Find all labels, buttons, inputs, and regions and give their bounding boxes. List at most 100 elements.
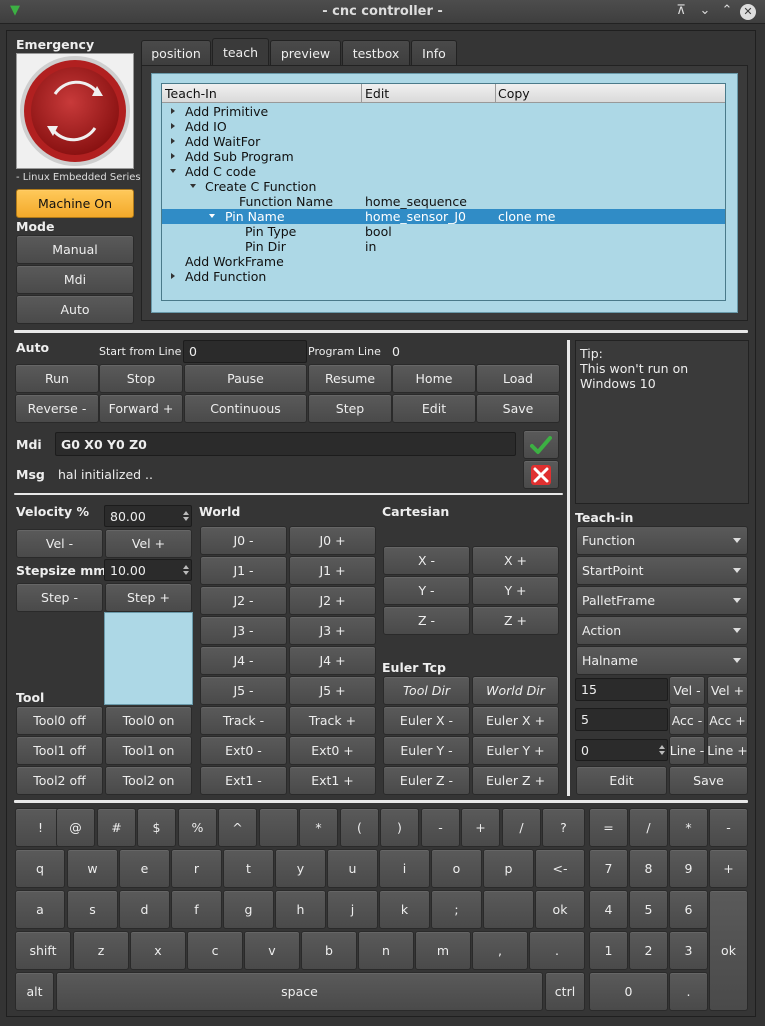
key[interactable]: . [669,972,708,1011]
key[interactable]: v [244,931,300,970]
reverse-button[interactable]: Reverse - [15,394,99,423]
key[interactable]: 7 [589,849,628,888]
function-combo[interactable]: Function [576,526,748,555]
key[interactable]: + [461,808,500,847]
teach-vel-minus-button[interactable]: Vel - [669,676,705,705]
mode-manual-button[interactable]: Manual [16,235,134,264]
backspace-key[interactable]: <- [535,849,585,888]
teach-acc-input[interactable]: 5 [575,708,668,731]
continuous-button[interactable]: Continuous [184,394,307,423]
teach-edit-button[interactable]: Edit [576,766,667,795]
key[interactable]: 5 [629,890,668,929]
y-plus-button[interactable]: Y + [472,576,559,605]
key[interactable]: f [171,890,222,929]
key[interactable]: d [119,890,170,929]
tab-info[interactable]: Info [411,40,457,65]
maximize-icon[interactable]: ⌃ [718,3,736,18]
key[interactable]: h [275,890,326,929]
teach-vel-plus-button[interactable]: Vel + [707,676,748,705]
key[interactable]: w [67,849,118,888]
minimize-icon[interactable]: ⌄ [696,3,714,18]
tab-teach[interactable]: teach [212,38,269,66]
key[interactable]: ^ [218,808,257,847]
teach-line-spinbox[interactable]: 0 [575,739,668,761]
key[interactable]: @ [56,808,95,847]
forward-button[interactable]: Forward + [99,394,183,423]
key[interactable]: s [67,890,118,929]
stop-button[interactable]: Stop [99,364,183,393]
tool2-on-button[interactable]: Tool2 on [105,766,192,795]
tool1-on-button[interactable]: Tool1 on [105,736,192,765]
shift-key[interactable]: shift [15,931,71,970]
key[interactable]: ( [340,808,379,847]
mode-mdi-button[interactable]: Mdi [16,265,134,294]
palletframe-combo[interactable]: PalletFrame [576,586,748,615]
key[interactable]: 9 [669,849,708,888]
euler-z-minus-button[interactable]: Euler Z - [383,766,470,795]
mdi-input[interactable]: G0 X0 Y0 Z0 [55,432,516,456]
tree-row[interactable]: Add C code [162,164,725,179]
tree-row[interactable]: Create C Function [162,179,725,194]
euler-x-minus-button[interactable]: Euler X - [383,706,470,735]
key[interactable]: y [275,849,326,888]
key[interactable]: a [15,890,65,929]
numpad-ok-key[interactable]: ok [709,890,748,1011]
euler-y-minus-button[interactable]: Euler Y - [383,736,470,765]
teach-tree[interactable]: Teach-In Edit Copy Add Primitive Add IO … [161,83,726,301]
tree-row[interactable]: Add IO [162,119,725,134]
tree-row[interactable]: Pin Dir in [162,239,725,254]
track-plus-button[interactable]: Track + [289,706,376,735]
j5-minus-button[interactable]: J5 - [200,676,287,705]
key[interactable]: 3 [669,931,708,970]
tool2-off-button[interactable]: Tool2 off [16,766,103,795]
tree-row-selected[interactable]: Pin Name home_sensor_J0 clone me [162,209,725,224]
msg-clear-button[interactable] [523,460,559,489]
j0-minus-button[interactable]: J0 - [200,526,287,555]
startpoint-combo[interactable]: StartPoint [576,556,748,585]
teach-vel-input[interactable]: 15 [575,678,668,701]
vel-minus-button[interactable]: Vel - [16,529,103,558]
key[interactable]: . [529,931,585,970]
key[interactable]: * [669,808,708,847]
key[interactable]: m [415,931,471,970]
j4-minus-button[interactable]: J4 - [200,646,287,675]
x-plus-button[interactable]: X + [472,546,559,575]
step-minus-button[interactable]: Step - [16,583,103,612]
tree-row[interactable]: Add WaitFor [162,134,725,149]
close-icon[interactable]: ✕ [740,4,756,20]
key[interactable]: i [379,849,430,888]
ctrl-key[interactable]: ctrl [545,972,585,1011]
key[interactable]: ) [380,808,419,847]
j2-plus-button[interactable]: J2 + [289,586,376,615]
key[interactable]: ? [542,808,585,847]
key[interactable]: o [431,849,482,888]
space-key[interactable]: space [56,972,543,1011]
key[interactable]: / [629,808,668,847]
ext0-plus-button[interactable]: Ext0 + [289,736,376,765]
key[interactable]: 0 [589,972,668,1011]
key[interactable]: 2 [629,931,668,970]
enter-key[interactable]: ok [535,890,585,929]
key[interactable] [483,890,534,929]
machine-on-button[interactable]: Machine On [16,189,134,218]
j4-plus-button[interactable]: J4 + [289,646,376,675]
key[interactable]: k [379,890,430,929]
key[interactable]: u [327,849,378,888]
world-dir-button[interactable]: World Dir [472,676,559,705]
key[interactable]: = [589,808,628,847]
key[interactable]: b [301,931,357,970]
tree-row[interactable]: Add Sub Program [162,149,725,164]
load-button[interactable]: Load [476,364,560,393]
j5-plus-button[interactable]: J5 + [289,676,376,705]
start-from-line-input[interactable]: 0 [183,340,307,363]
step-plus-button[interactable]: Step + [105,583,192,612]
j2-minus-button[interactable]: J2 - [200,586,287,615]
halname-combo[interactable]: Halname [576,646,748,675]
alt-key[interactable]: alt [15,972,54,1011]
save-program-button[interactable]: Save [476,394,560,423]
teach-line-minus-button[interactable]: Line - [669,736,705,765]
key[interactable]: n [358,931,414,970]
tree-header-teachin[interactable]: Teach-In [165,86,217,101]
key[interactable]: - [709,808,748,847]
tab-testbox[interactable]: testbox [342,40,410,65]
